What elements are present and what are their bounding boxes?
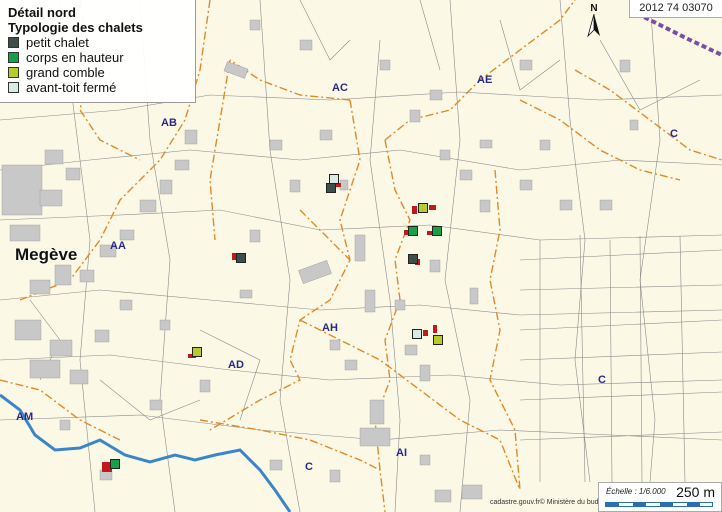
legend-label: petit chalet xyxy=(26,35,89,50)
legend-subtitle: Typologie des chalets xyxy=(8,20,143,35)
legend-item-avant-toit-ferme: avant-toit fermé xyxy=(8,80,187,95)
marker-petit-chalet[interactable] xyxy=(326,183,336,193)
section-label: C xyxy=(305,461,313,473)
section-label: AH xyxy=(322,322,338,334)
map-legend: Détail nord Typologie des chalets petit … xyxy=(0,0,196,103)
legend-item-grand-comble: grand comble xyxy=(8,65,187,80)
marker-corps-en-hauteur[interactable] xyxy=(110,459,120,469)
north-label: N xyxy=(590,3,598,14)
section-label: AB xyxy=(161,117,177,129)
marker-grand-comble[interactable] xyxy=(418,203,428,213)
legend-item-corps-en-hauteur: corps en hauteur xyxy=(8,50,187,65)
section-label: AE xyxy=(477,74,493,86)
marker-petit-chalet[interactable] xyxy=(408,254,418,264)
legend-label: corps en hauteur xyxy=(26,50,124,65)
north-arrow: N xyxy=(586,3,602,39)
legend-swatch xyxy=(8,37,19,48)
section-label: C xyxy=(598,374,606,386)
marker-corps-en-hauteur[interactable] xyxy=(408,226,418,236)
marker-corps-en-hauteur[interactable] xyxy=(432,226,442,236)
reference-number: 2012 74 03070 xyxy=(629,0,722,18)
scale-bar: Échelle : 1/6.000 250 m xyxy=(598,482,722,512)
legend-swatch xyxy=(8,67,19,78)
legend-item-petit-chalet: petit chalet xyxy=(8,35,187,50)
marker-petit-chalet[interactable] xyxy=(236,253,246,263)
legend-label: grand comble xyxy=(26,65,105,80)
section-label: AD xyxy=(228,359,244,371)
legend-label: avant-toit fermé xyxy=(26,80,117,95)
legend-swatch xyxy=(8,52,19,63)
legend-title: Détail nord xyxy=(8,5,76,20)
legend-swatch xyxy=(8,82,19,93)
credit-text: cadastre.gouv.fr© Ministère du budget xyxy=(490,499,609,506)
section-label: AI xyxy=(396,447,407,459)
marker-grand-comble[interactable] xyxy=(433,335,443,345)
marker-grand-comble[interactable] xyxy=(192,347,202,357)
scale-distance: 250 m xyxy=(676,484,715,500)
section-label: AM xyxy=(16,411,34,423)
north-arrow-icon xyxy=(587,13,600,38)
town-label: Megève xyxy=(15,245,78,264)
scale-graphic xyxy=(605,502,713,507)
section-label: C xyxy=(670,128,678,140)
section-label: AC xyxy=(332,82,348,94)
scale-label: Échelle : 1/6.000 xyxy=(606,487,666,496)
section-label: AA xyxy=(110,240,126,252)
marker-avant-toit-ferme[interactable] xyxy=(412,329,422,339)
